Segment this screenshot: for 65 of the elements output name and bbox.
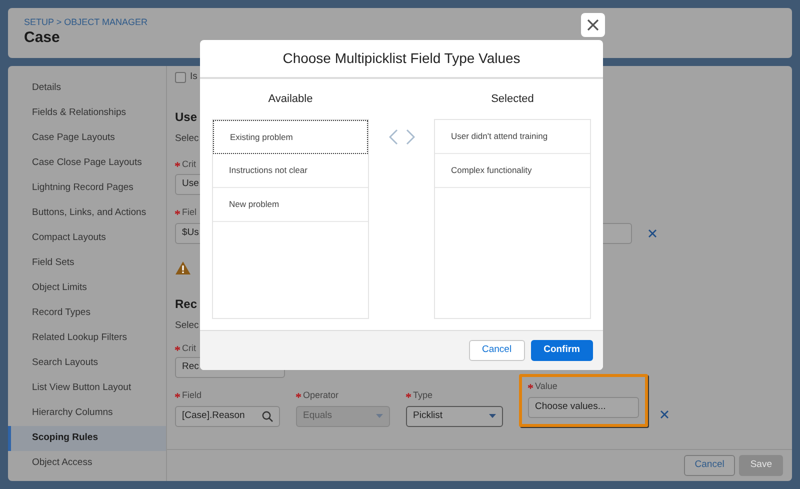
warning-icon: [175, 260, 191, 274]
required-icon: [175, 393, 180, 398]
confirm-button[interactable]: Confirm: [530, 340, 593, 361]
field-label: Fiel: [182, 206, 197, 219]
section-description: Selec: [175, 318, 199, 332]
sidebar-item[interactable]: Field Sets: [8, 251, 166, 276]
dropdown-value: Equals: [303, 409, 332, 424]
list-option[interactable]: Complex functionality: [435, 154, 590, 188]
close-icon: [587, 19, 599, 31]
sidebar-item[interactable]: Fields & Relationships: [8, 101, 166, 126]
chevron-right-icon[interactable]: [406, 129, 414, 145]
section-heading: Use: [175, 109, 198, 126]
list-option[interactable]: Instructions not clear: [213, 154, 368, 188]
caret-icon: [489, 414, 496, 418]
field-label: Operator: [303, 389, 339, 402]
sidebar-item[interactable]: Scoping Rules: [8, 426, 166, 451]
sidebar-item[interactable]: Compact Layouts: [8, 226, 166, 251]
sidebar-item[interactable]: Lightning Record Pages: [8, 176, 166, 201]
required-icon: [175, 162, 180, 167]
caret-icon: [376, 414, 383, 418]
breadcrumb[interactable]: SETUP > OBJECT MANAGER: [24, 17, 776, 28]
sidebar-item[interactable]: Hierarchy Columns: [8, 401, 166, 426]
required-icon: [528, 384, 533, 390]
field-value: [Case].Reason: [182, 409, 245, 424]
search-icon: [262, 410, 273, 422]
required-icon: [406, 393, 411, 398]
dropdown-value: Picklist: [413, 409, 443, 424]
field-label: Field: [182, 389, 202, 402]
field-label: Crit: [182, 342, 196, 355]
field-label: Type: [413, 389, 433, 402]
required-icon: [296, 393, 301, 398]
sidebar-item[interactable]: Record Types: [8, 301, 166, 326]
sidebar-item[interactable]: Object Access: [8, 451, 166, 476]
dropdown[interactable]: Picklist: [406, 406, 503, 427]
checkbox[interactable]: [175, 72, 186, 83]
list-option[interactable]: Existing problem: [213, 120, 368, 154]
section-heading: Rec: [175, 296, 198, 312]
field-label: Crit: [182, 158, 196, 171]
sidebar-item[interactable]: Details: [8, 76, 166, 101]
sidebar-item[interactable]: Case Close Page Layouts: [8, 151, 166, 176]
cancel-button[interactable]: Cancel: [684, 455, 736, 476]
close-button[interactable]: [581, 13, 605, 37]
list-heading: Available: [267, 92, 314, 107]
required-icon: [175, 210, 180, 215]
chevron-left-icon[interactable]: [388, 129, 398, 145]
sidebar-item[interactable]: Buttons, Links, and Actions: [8, 201, 166, 226]
list-option[interactable]: New problem: [213, 188, 368, 222]
page-title: Case: [24, 28, 61, 48]
remove-icon[interactable]: [660, 410, 669, 419]
field-label: Value: [535, 380, 558, 393]
sidebar-item[interactable]: Object Limits: [8, 276, 166, 301]
section-description: Selec: [175, 132, 199, 146]
sidebar-item[interactable]: Case Page Layouts: [8, 126, 166, 151]
remove-icon[interactable]: [648, 228, 657, 238]
cancel-button[interactable]: Cancel: [469, 340, 525, 361]
sidebar-item[interactable]: List View Button Layout: [8, 376, 166, 401]
checkbox-label: Is: [190, 70, 198, 84]
sidebar-item[interactable]: Search Layouts: [8, 351, 166, 376]
modal-title: Choose Multipicklist Field Type Values: [200, 40, 603, 79]
choose-values-button[interactable]: Choose values...: [528, 396, 639, 418]
lookup-field[interactable]: [Case].Reason: [175, 406, 280, 427]
list-heading: Selected: [490, 92, 535, 107]
sidebar-item[interactable]: Related Lookup Filters: [8, 326, 166, 351]
list-option[interactable]: User didn't attend training: [435, 120, 590, 154]
required-icon: [175, 346, 180, 352]
